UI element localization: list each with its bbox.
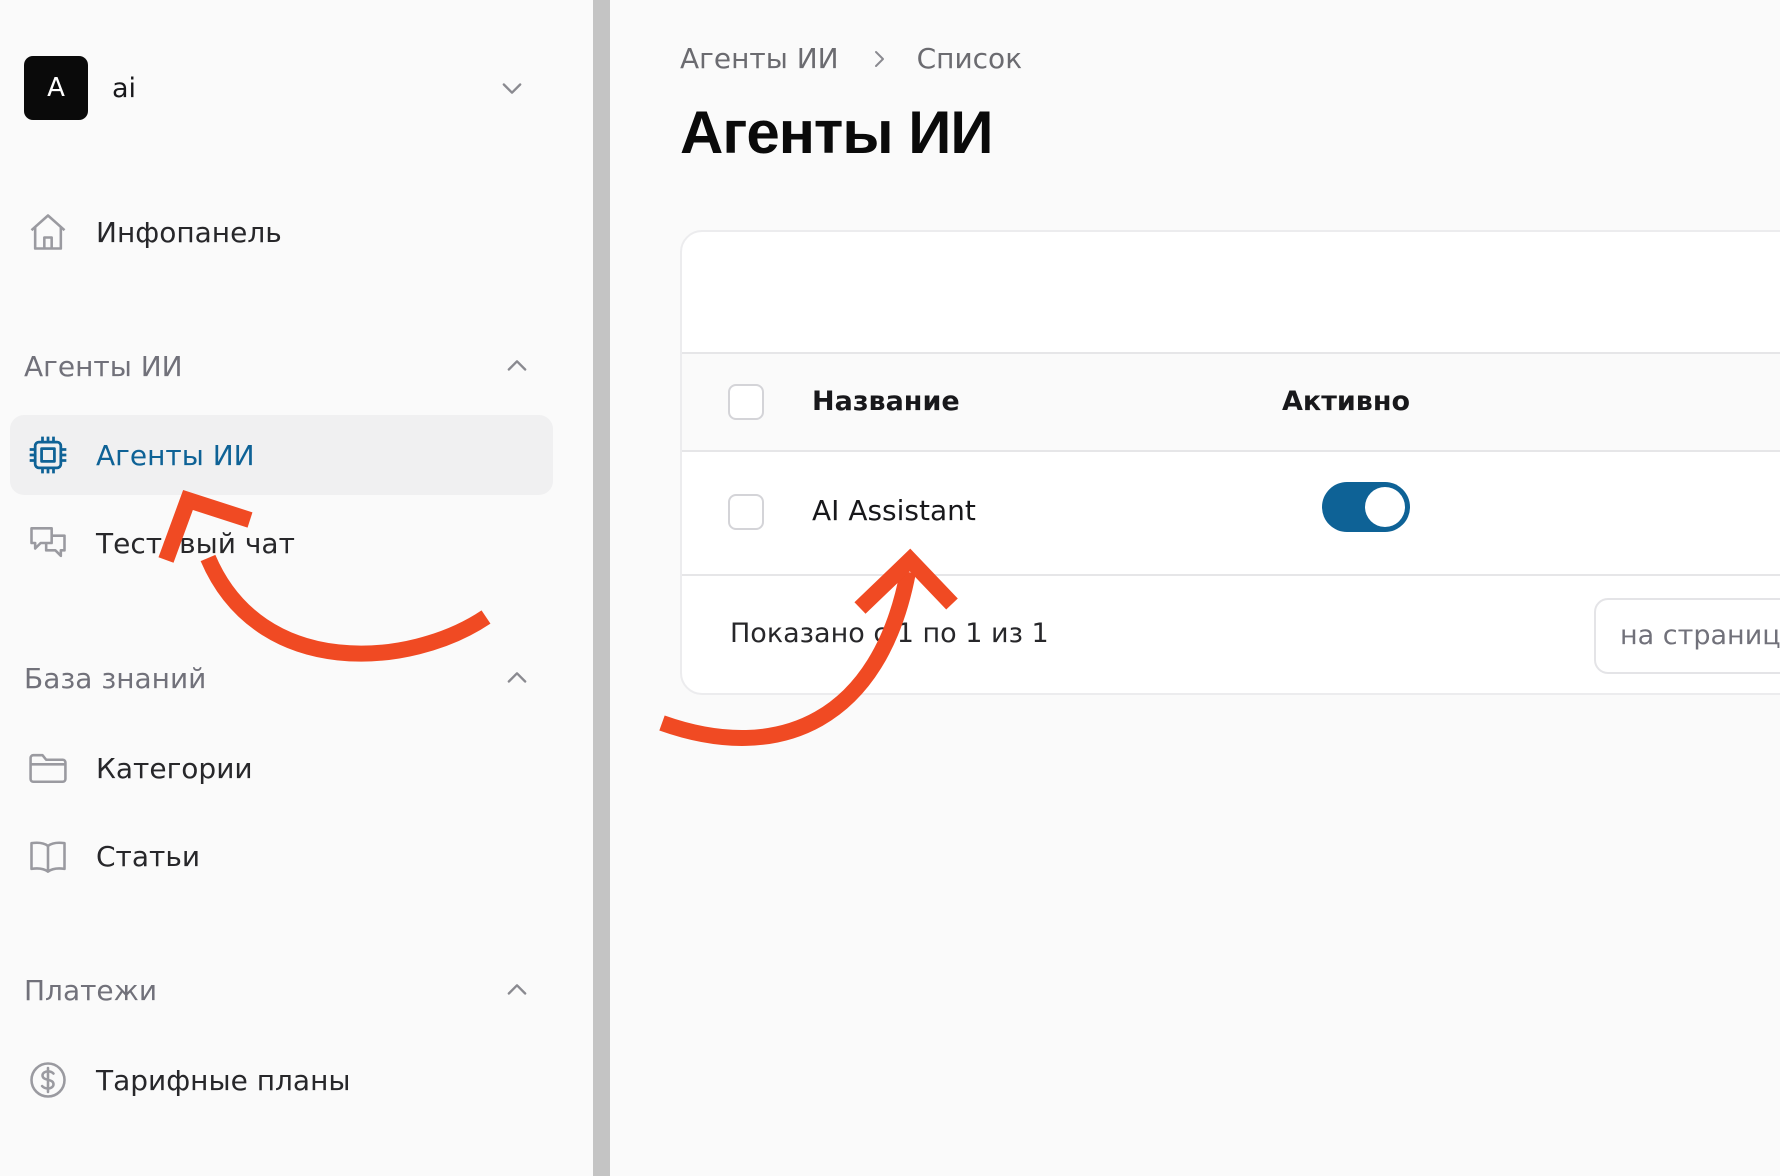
chevron-up-icon[interactable]: [503, 664, 531, 692]
sidebar-item-categories[interactable]: Категории: [10, 728, 553, 808]
breadcrumb-current: Список: [916, 42, 1023, 75]
table-toolbar: [682, 232, 1780, 354]
sidebar-item-label: Статьи: [96, 839, 201, 873]
chevron-up-icon[interactable]: [503, 976, 531, 1004]
chevron-down-icon: [502, 83, 522, 94]
app-window: A ai Инфопанель Агенты ИИ Агенты ИИ Тест…: [0, 0, 1780, 1176]
page-title: Агенты ИИ: [680, 99, 993, 166]
dollar-circle-icon: [30, 1062, 66, 1098]
sidebar: A ai Инфопанель Агенты ИИ Агенты ИИ Тест…: [0, 0, 588, 1176]
sidebar-item-test-chat[interactable]: Тестовый чат: [10, 503, 553, 583]
breadcrumb-link[interactable]: Агенты ИИ: [680, 42, 839, 75]
tenant-avatar: A: [24, 56, 88, 120]
cpu-chip-icon: [29, 436, 67, 474]
column-header-name[interactable]: Название: [812, 386, 960, 417]
select-all-checkbox[interactable]: [728, 384, 764, 420]
sidebar-item-label: Агенты ИИ: [96, 438, 255, 472]
pagination-summary: Показано с 1 по 1 из 1: [730, 618, 1049, 649]
active-toggle[interactable]: [1322, 482, 1410, 532]
breadcrumb: Агенты ИИ Список: [680, 42, 1022, 75]
main-content: Агенты ИИ Список Агенты ИИ Название Акти…: [610, 0, 1780, 1176]
group-label-ai-agents: Агенты ИИ: [24, 350, 183, 383]
chevron-up-icon[interactable]: [503, 352, 531, 380]
group-label-knowledge-base: База знаний: [24, 662, 207, 695]
group-label-payments: Платежи: [24, 974, 158, 1007]
tenant-name: ai: [112, 72, 137, 104]
column-header-active[interactable]: Активно: [1282, 386, 1410, 417]
table-header: Название Активно: [682, 354, 1780, 452]
table-footer: Показано с 1 по 1 из 1 на страницу: [682, 576, 1780, 697]
sidebar-item-ai-agents[interactable]: Агенты ИИ: [10, 415, 553, 495]
sidebar-divider[interactable]: [593, 0, 610, 1176]
sidebar-item-articles[interactable]: Статьи: [10, 816, 553, 896]
table-row[interactable]: AI Assistant: [682, 452, 1780, 576]
sidebar-item-label: Тестовый чат: [96, 526, 295, 560]
book-open-icon: [30, 841, 66, 873]
per-page-label: на страницу: [1620, 620, 1780, 651]
row-checkbox[interactable]: [728, 494, 764, 530]
home-icon: [30, 214, 66, 250]
sidebar-item-label: Инфопанель: [96, 215, 282, 249]
folder-icon: [29, 753, 67, 784]
cell-name: AI Assistant: [812, 494, 976, 527]
sidebar-item-dashboard[interactable]: Инфопанель: [10, 192, 553, 272]
chevron-right-icon: [874, 50, 884, 67]
per-page-select[interactable]: на страницу: [1594, 598, 1780, 674]
sidebar-item-label: Категории: [96, 751, 253, 785]
toggle-knob: [1365, 487, 1405, 527]
tenant-switcher[interactable]: A ai: [24, 56, 540, 120]
sidebar-item-tariff-plans[interactable]: Тарифные планы: [10, 1040, 553, 1120]
table-card: Название Активно AI Assistant Показано с…: [680, 230, 1780, 695]
chat-bubbles-icon: [30, 527, 66, 558]
sidebar-item-label: Тарифные планы: [96, 1063, 351, 1097]
